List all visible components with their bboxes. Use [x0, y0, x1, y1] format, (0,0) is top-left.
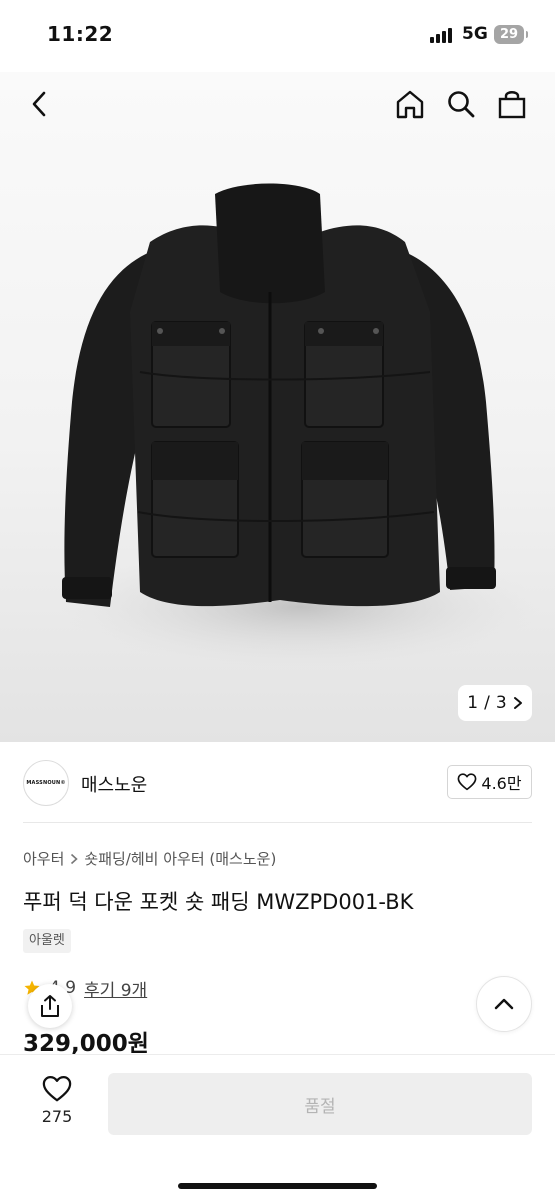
status-time: 11:22 [47, 22, 114, 46]
bottom-action-bar: 275 품절 [0, 1054, 555, 1200]
wishlist-count: 275 [41, 1107, 73, 1126]
home-indicator[interactable] [178, 1183, 377, 1189]
pager-current: 1 [467, 693, 479, 713]
product-title: 푸퍼 덕 다운 포켓 숏 패딩 MWZPD001-BK [23, 890, 414, 914]
status-bar: 11:22 5G 29 [0, 0, 555, 72]
back-button[interactable] [20, 84, 60, 124]
signal-icon [430, 27, 456, 43]
breadcrumb[interactable]: 아우터 숏패딩/헤비 아우터 (매스노운) [23, 848, 276, 869]
heart-icon [457, 773, 477, 791]
seller-name[interactable]: 매스노운 [81, 771, 147, 797]
heart-icon [42, 1076, 72, 1102]
breadcrumb-category[interactable]: 아우터 [23, 848, 64, 869]
home-button[interactable] [390, 84, 430, 124]
scroll-top-button[interactable] [476, 976, 532, 1032]
breadcrumb-subcategory[interactable]: 숏패딩/헤비 아우터 (매스노운) [84, 848, 276, 869]
chevron-left-icon [32, 91, 46, 117]
review-count-link[interactable]: 후기 9개 [84, 976, 147, 1001]
pager-total: 3 [495, 693, 507, 713]
shopping-bag-icon [498, 91, 526, 119]
product-price: 329,000원 [23, 1031, 149, 1057]
wishlist-button[interactable]: 275 [26, 1075, 88, 1135]
pager-separator: / [484, 693, 490, 713]
search-button[interactable] [441, 84, 481, 124]
divider [23, 822, 532, 823]
gallery-pager[interactable]: 1 / 3 [458, 685, 532, 721]
battery-icon: 29 [494, 25, 528, 44]
chevron-right-icon [71, 853, 79, 864]
chevron-up-icon [494, 998, 514, 1010]
home-icon [396, 90, 424, 119]
share-button[interactable] [28, 984, 72, 1028]
share-icon [41, 995, 59, 1017]
chevron-right-icon [513, 697, 522, 709]
seller-row[interactable]: MASSNOUN© 매스노운 4.6만 [0, 742, 555, 822]
network-label: 5G [462, 24, 488, 44]
outlet-badge: 아울렛 [23, 929, 71, 953]
search-icon [448, 91, 475, 118]
product-image-gallery[interactable]: 1 / 3 [0, 72, 555, 742]
sold-out-button[interactable]: 품절 [108, 1073, 532, 1135]
cart-button[interactable] [492, 84, 532, 124]
brand-like-count: 4.6만 [481, 774, 522, 793]
product-photo [60, 183, 540, 667]
brand-like-button[interactable]: 4.6만 [447, 765, 532, 799]
seller-logo: MASSNOUN© [23, 760, 69, 806]
